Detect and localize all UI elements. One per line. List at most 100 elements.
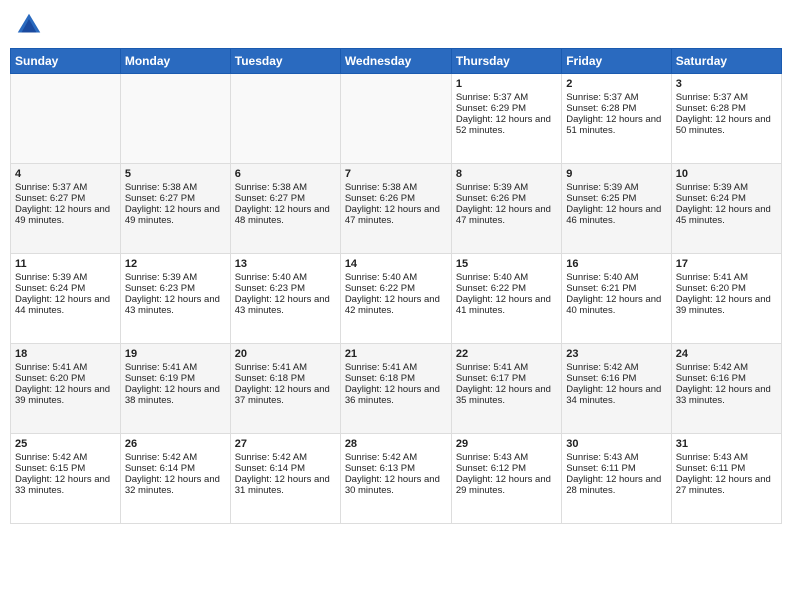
sunrise-label: Sunrise: 5:41 AM <box>125 362 197 373</box>
daylight-label: Daylight: 12 hours and 29 minutes. <box>456 474 551 496</box>
calendar-cell: 8 Sunrise: 5:39 AM Sunset: 6:26 PM Dayli… <box>451 164 561 254</box>
calendar-week-3: 11 Sunrise: 5:39 AM Sunset: 6:24 PM Dayl… <box>11 254 782 344</box>
calendar-cell: 3 Sunrise: 5:37 AM Sunset: 6:28 PM Dayli… <box>671 74 781 164</box>
calendar-cell: 16 Sunrise: 5:40 AM Sunset: 6:21 PM Dayl… <box>562 254 671 344</box>
calendar-cell: 22 Sunrise: 5:41 AM Sunset: 6:17 PM Dayl… <box>451 344 561 434</box>
sunset-label: Sunset: 6:20 PM <box>15 373 85 384</box>
sunrise-label: Sunrise: 5:38 AM <box>125 182 197 193</box>
calendar-cell: 26 Sunrise: 5:42 AM Sunset: 6:14 PM Dayl… <box>120 434 230 524</box>
sunrise-label: Sunrise: 5:43 AM <box>676 452 748 463</box>
sunrise-label: Sunrise: 5:42 AM <box>15 452 87 463</box>
sunset-label: Sunset: 6:24 PM <box>676 193 746 204</box>
calendar-cell: 18 Sunrise: 5:41 AM Sunset: 6:20 PM Dayl… <box>11 344 121 434</box>
sunset-label: Sunset: 6:23 PM <box>235 283 305 294</box>
sunrise-label: Sunrise: 5:37 AM <box>676 92 748 103</box>
sunrise-label: Sunrise: 5:42 AM <box>345 452 417 463</box>
calendar-cell: 19 Sunrise: 5:41 AM Sunset: 6:19 PM Dayl… <box>120 344 230 434</box>
daylight-label: Daylight: 12 hours and 33 minutes. <box>676 384 771 406</box>
day-number: 7 <box>345 168 447 180</box>
calendar-cell: 25 Sunrise: 5:42 AM Sunset: 6:15 PM Dayl… <box>11 434 121 524</box>
sunrise-label: Sunrise: 5:41 AM <box>235 362 307 373</box>
sunrise-label: Sunrise: 5:42 AM <box>235 452 307 463</box>
daylight-label: Daylight: 12 hours and 40 minutes. <box>566 294 661 316</box>
sunrise-label: Sunrise: 5:42 AM <box>125 452 197 463</box>
calendar-cell <box>11 74 121 164</box>
sunset-label: Sunset: 6:11 PM <box>676 463 746 474</box>
daylight-label: Daylight: 12 hours and 51 minutes. <box>566 114 661 136</box>
daylight-label: Daylight: 12 hours and 33 minutes. <box>15 474 110 496</box>
daylight-label: Daylight: 12 hours and 28 minutes. <box>566 474 661 496</box>
sunset-label: Sunset: 6:22 PM <box>456 283 526 294</box>
sunrise-label: Sunrise: 5:37 AM <box>15 182 87 193</box>
sunset-label: Sunset: 6:26 PM <box>345 193 415 204</box>
day-number: 20 <box>235 348 336 360</box>
calendar-cell: 1 Sunrise: 5:37 AM Sunset: 6:29 PM Dayli… <box>451 74 561 164</box>
calendar-cell: 14 Sunrise: 5:40 AM Sunset: 6:22 PM Dayl… <box>340 254 451 344</box>
sunset-label: Sunset: 6:26 PM <box>456 193 526 204</box>
sunrise-label: Sunrise: 5:38 AM <box>235 182 307 193</box>
daylight-label: Daylight: 12 hours and 42 minutes. <box>345 294 440 316</box>
day-number: 13 <box>235 258 336 270</box>
sunset-label: Sunset: 6:18 PM <box>235 373 305 384</box>
day-header-saturday: Saturday <box>671 49 781 74</box>
day-number: 28 <box>345 438 447 450</box>
sunrise-label: Sunrise: 5:37 AM <box>566 92 638 103</box>
daylight-label: Daylight: 12 hours and 49 minutes. <box>125 204 220 226</box>
sunset-label: Sunset: 6:28 PM <box>676 103 746 114</box>
day-number: 29 <box>456 438 557 450</box>
daylight-label: Daylight: 12 hours and 49 minutes. <box>15 204 110 226</box>
sunset-label: Sunset: 6:14 PM <box>125 463 195 474</box>
day-number: 27 <box>235 438 336 450</box>
day-number: 23 <box>566 348 666 360</box>
sunrise-label: Sunrise: 5:42 AM <box>676 362 748 373</box>
calendar-cell: 29 Sunrise: 5:43 AM Sunset: 6:12 PM Dayl… <box>451 434 561 524</box>
sunset-label: Sunset: 6:20 PM <box>676 283 746 294</box>
day-number: 19 <box>125 348 226 360</box>
calendar-cell <box>120 74 230 164</box>
sunset-label: Sunset: 6:22 PM <box>345 283 415 294</box>
sunrise-label: Sunrise: 5:37 AM <box>456 92 528 103</box>
sunset-label: Sunset: 6:16 PM <box>566 373 636 384</box>
daylight-label: Daylight: 12 hours and 48 minutes. <box>235 204 330 226</box>
sunset-label: Sunset: 6:27 PM <box>15 193 85 204</box>
daylight-label: Daylight: 12 hours and 43 minutes. <box>125 294 220 316</box>
sunrise-label: Sunrise: 5:39 AM <box>125 272 197 283</box>
sunset-label: Sunset: 6:28 PM <box>566 103 636 114</box>
daylight-label: Daylight: 12 hours and 41 minutes. <box>456 294 551 316</box>
daylight-label: Daylight: 12 hours and 45 minutes. <box>676 204 771 226</box>
sunrise-label: Sunrise: 5:41 AM <box>676 272 748 283</box>
calendar-cell: 17 Sunrise: 5:41 AM Sunset: 6:20 PM Dayl… <box>671 254 781 344</box>
calendar-cell: 15 Sunrise: 5:40 AM Sunset: 6:22 PM Dayl… <box>451 254 561 344</box>
day-number: 26 <box>125 438 226 450</box>
sunset-label: Sunset: 6:17 PM <box>456 373 526 384</box>
day-number: 31 <box>676 438 777 450</box>
sunset-label: Sunset: 6:24 PM <box>15 283 85 294</box>
day-number: 2 <box>566 78 666 90</box>
calendar-cell: 2 Sunrise: 5:37 AM Sunset: 6:28 PM Dayli… <box>562 74 671 164</box>
day-header-wednesday: Wednesday <box>340 49 451 74</box>
sunset-label: Sunset: 6:13 PM <box>345 463 415 474</box>
calendar-cell <box>230 74 340 164</box>
logo <box>14 10 48 40</box>
sunrise-label: Sunrise: 5:40 AM <box>345 272 417 283</box>
sunrise-label: Sunrise: 5:41 AM <box>456 362 528 373</box>
page-header <box>10 10 782 40</box>
calendar-cell: 11 Sunrise: 5:39 AM Sunset: 6:24 PM Dayl… <box>11 254 121 344</box>
calendar-cell: 30 Sunrise: 5:43 AM Sunset: 6:11 PM Dayl… <box>562 434 671 524</box>
daylight-label: Daylight: 12 hours and 50 minutes. <box>676 114 771 136</box>
day-number: 14 <box>345 258 447 270</box>
calendar-cell: 27 Sunrise: 5:42 AM Sunset: 6:14 PM Dayl… <box>230 434 340 524</box>
daylight-label: Daylight: 12 hours and 47 minutes. <box>345 204 440 226</box>
sunrise-label: Sunrise: 5:40 AM <box>456 272 528 283</box>
calendar-cell: 9 Sunrise: 5:39 AM Sunset: 6:25 PM Dayli… <box>562 164 671 254</box>
day-number: 21 <box>345 348 447 360</box>
day-header-sunday: Sunday <box>11 49 121 74</box>
day-number: 24 <box>676 348 777 360</box>
sunset-label: Sunset: 6:27 PM <box>125 193 195 204</box>
sunset-label: Sunset: 6:16 PM <box>676 373 746 384</box>
day-header-monday: Monday <box>120 49 230 74</box>
day-number: 12 <box>125 258 226 270</box>
day-number: 15 <box>456 258 557 270</box>
calendar-cell: 20 Sunrise: 5:41 AM Sunset: 6:18 PM Dayl… <box>230 344 340 434</box>
daylight-label: Daylight: 12 hours and 44 minutes. <box>15 294 110 316</box>
